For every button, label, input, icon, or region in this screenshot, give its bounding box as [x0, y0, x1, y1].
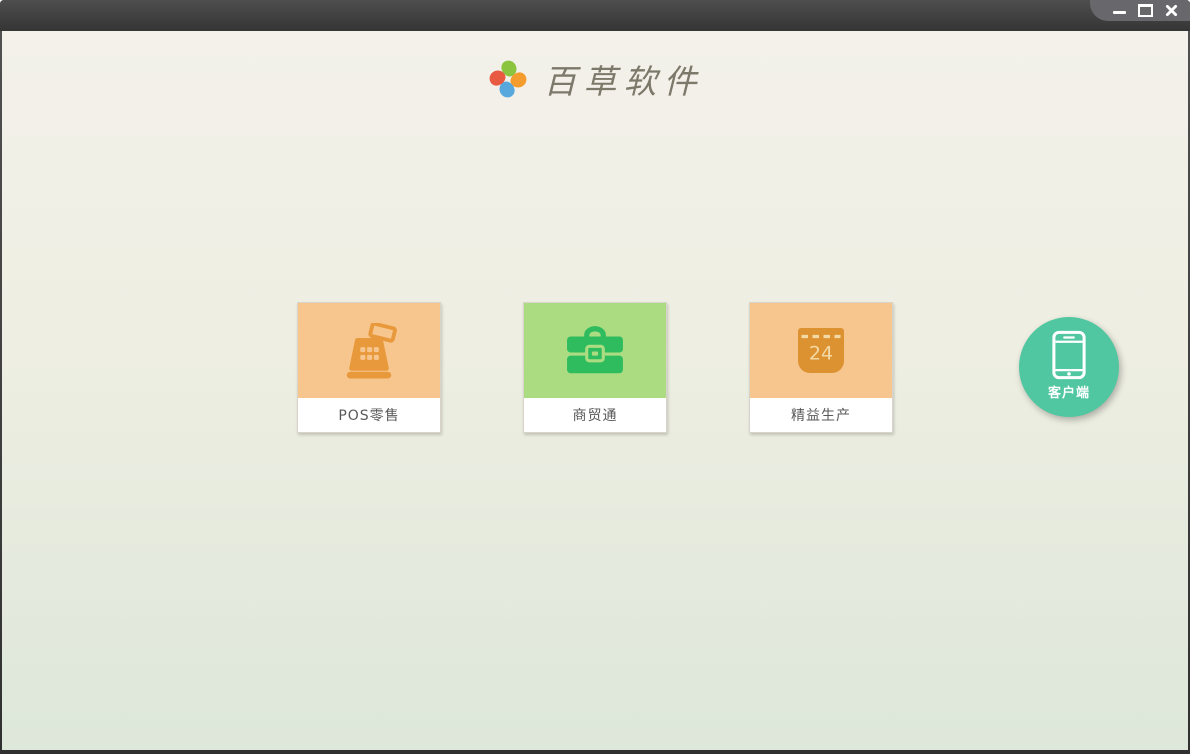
product-card-pos[interactable]: POS零售: [297, 302, 441, 433]
trade-tile: [524, 303, 666, 398]
cash-register-icon: [346, 322, 397, 379]
smartphone-icon: [1052, 330, 1086, 380]
briefcase-icon: [567, 325, 623, 373]
client-button[interactable]: 客户端: [1019, 317, 1119, 417]
product-label: POS零售: [298, 398, 440, 432]
product-label: 精益生产: [750, 398, 892, 432]
maximize-icon: [1137, 4, 1153, 17]
window-controls: [1090, 0, 1190, 21]
main-content: 百草软件 POS零售 商贸通 24 精益生产 客户端: [2, 31, 1188, 750]
app-window: 百草软件 POS零售 商贸通 24 精益生产 客户端: [0, 0, 1190, 754]
minimize-icon: [1112, 11, 1126, 14]
product-card-lean[interactable]: 24 精益生产: [749, 302, 893, 433]
calendar-day: 24: [809, 342, 833, 364]
client-button-label: 客户端: [1047, 386, 1090, 401]
titlebar[interactable]: [0, 0, 1190, 31]
lean-tile: 24: [750, 303, 892, 398]
close-icon: [1165, 4, 1177, 17]
product-card-trade[interactable]: 商贸通: [523, 302, 667, 433]
calendar-icon: 24: [798, 327, 844, 373]
maximize-button[interactable]: [1136, 2, 1154, 20]
minimize-button[interactable]: [1110, 2, 1128, 20]
app-title: 百草软件: [543, 62, 704, 101]
app-header: 百草软件: [2, 31, 1188, 103]
pinwheel-logo-icon: [489, 60, 526, 98]
close-button[interactable]: [1162, 2, 1180, 20]
pos-tile: [298, 303, 440, 398]
product-label: 商贸通: [524, 398, 666, 432]
